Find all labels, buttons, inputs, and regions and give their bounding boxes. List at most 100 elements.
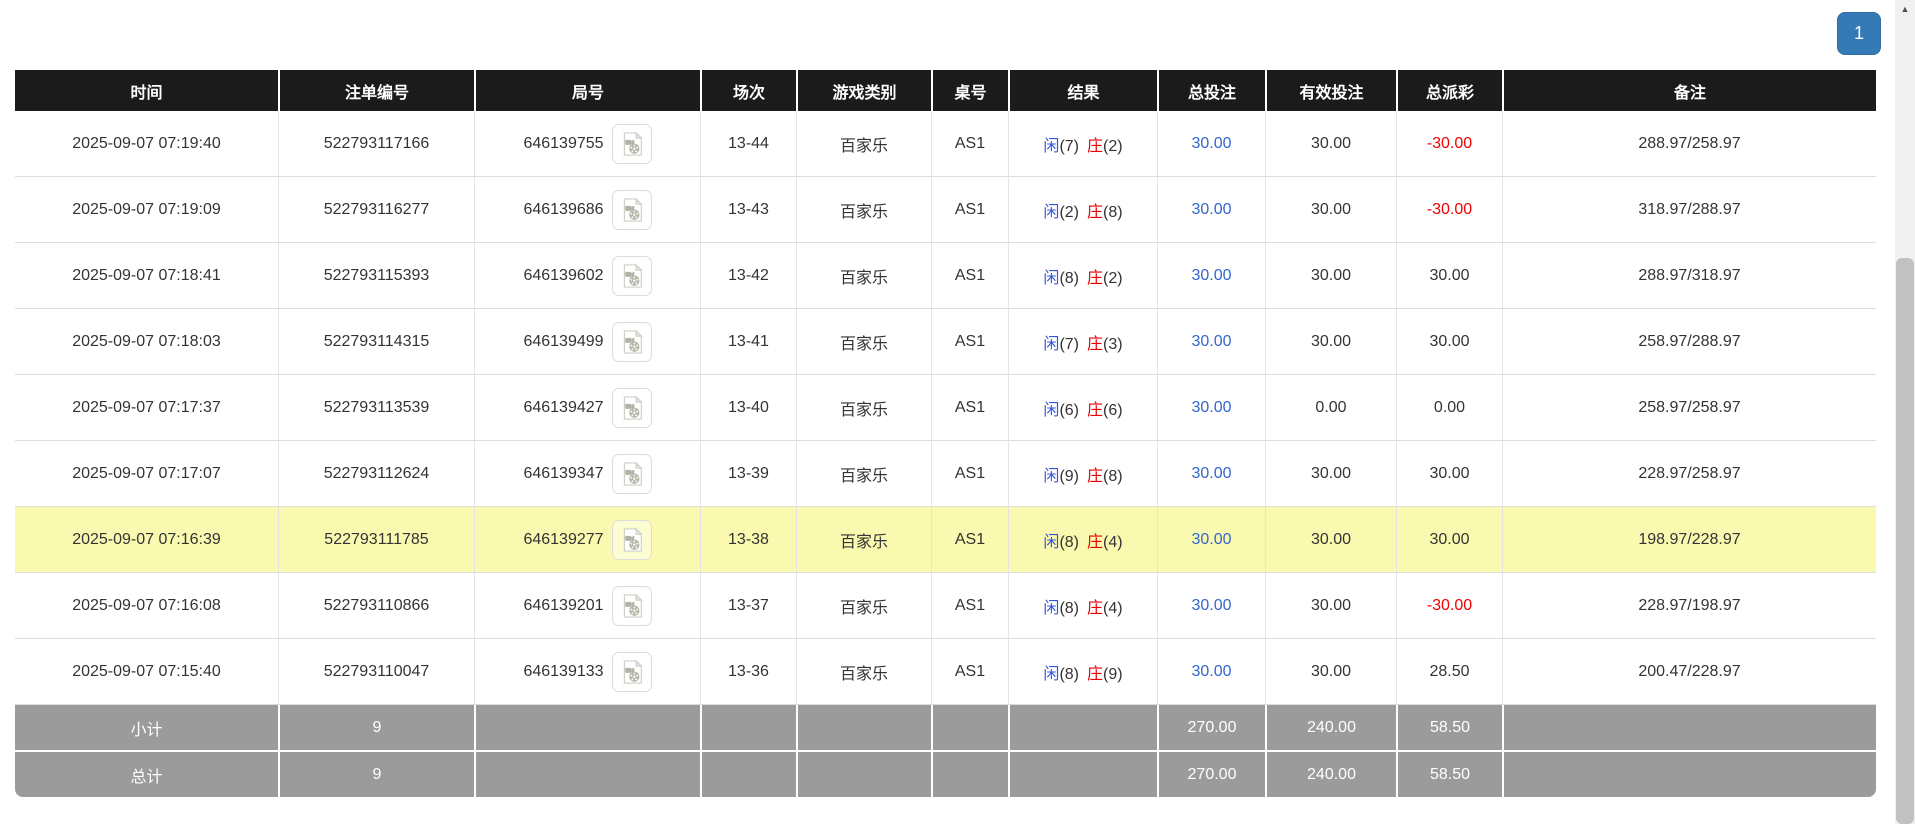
total-bet-link[interactable]: 30.00 [1191,135,1231,152]
payout-value: -30.00 [1427,597,1472,614]
total-bet-cell: 30.00 [1157,639,1265,705]
round-cell: 646139602 [474,243,700,309]
video-replay-button[interactable] [612,454,652,494]
video-replay-button[interactable] [612,256,652,296]
grand-total-total-bet: 270.00 [1157,752,1265,797]
player-result-score: (8) [1059,666,1079,683]
payout-cell: 30.00 [1396,309,1502,375]
banker-result-score: (8) [1103,468,1123,485]
scrollbar-thumb[interactable] [1896,258,1914,824]
result-cell: 闲(8)庄(4) [1008,573,1157,639]
bet-id-cell: 522793110866 [278,573,474,639]
banker-result-label: 庄 [1087,270,1103,287]
game-type-cell: 百家乐 [796,177,931,243]
round-cell: 646139499 [474,309,700,375]
payout-cell: -30.00 [1396,111,1502,177]
table-no-cell: AS1 [931,441,1008,507]
footer-empty-cell [474,752,700,797]
table-row[interactable]: 2025-09-07 07:15:40 522793110047 6461391… [15,639,1876,705]
banker-result-label: 庄 [1087,468,1103,485]
round-id: 646139755 [523,135,603,152]
total-bet-link[interactable]: 30.00 [1191,597,1231,614]
banker-result-score: (4) [1103,534,1123,551]
valid-bet-cell: 30.00 [1265,309,1396,375]
remark-cell: 258.97/258.97 [1502,375,1876,441]
table-row[interactable]: 2025-09-07 07:19:09 522793116277 6461396… [15,177,1876,243]
round-id: 646139201 [523,597,603,614]
player-result-label: 闲 [1043,204,1059,221]
video-replay-button[interactable] [612,190,652,230]
game-type-cell: 百家乐 [796,639,931,705]
total-bet-link[interactable]: 30.00 [1191,399,1231,416]
col-header-table-no: 桌号 [931,70,1008,111]
total-bet-cell: 30.00 [1157,507,1265,573]
film-icon [618,328,646,356]
payout-cell: 28.50 [1396,639,1502,705]
video-replay-button[interactable] [612,586,652,626]
total-bet-link[interactable]: 30.00 [1191,333,1231,350]
total-bet-link[interactable]: 30.00 [1191,663,1231,680]
total-bet-link[interactable]: 30.00 [1191,201,1231,218]
subtotal-label: 小计 [15,705,278,752]
payout-value: 30.00 [1429,465,1469,482]
total-bet-link[interactable]: 30.00 [1191,465,1231,482]
col-header-round-id: 局号 [474,70,700,111]
table-no-cell: AS1 [931,177,1008,243]
payout-value: 28.50 [1429,663,1469,680]
total-bet-link[interactable]: 30.00 [1191,267,1231,284]
player-result-score: (6) [1059,402,1079,419]
video-replay-button[interactable] [612,124,652,164]
banker-result-label: 庄 [1087,336,1103,353]
session-cell: 13-39 [700,441,796,507]
video-replay-button[interactable] [612,652,652,692]
table-row[interactable]: 2025-09-07 07:17:37 522793113539 6461394… [15,375,1876,441]
table-row[interactable]: 2025-09-07 07:16:39 522793111785 6461392… [15,507,1876,573]
col-header-remark: 备注 [1502,70,1876,111]
total-bet-cell: 30.00 [1157,375,1265,441]
payout-value: 30.00 [1429,267,1469,284]
video-replay-button[interactable] [612,520,652,560]
table-row[interactable]: 2025-09-07 07:17:07 522793112624 6461393… [15,441,1876,507]
scroll-up-arrow-icon[interactable]: ▲ [1895,0,1915,18]
table-row[interactable]: 2025-09-07 07:18:41 522793115393 6461396… [15,243,1876,309]
remark-cell: 288.97/318.97 [1502,243,1876,309]
total-bet-link[interactable]: 30.00 [1191,531,1231,548]
payout-cell: 30.00 [1396,441,1502,507]
col-header-session: 场次 [700,70,796,111]
pagination-page-1[interactable]: 1 [1837,12,1881,55]
film-icon [618,658,646,686]
game-type-cell: 百家乐 [796,573,931,639]
session-cell: 13-37 [700,573,796,639]
grand-total-payout: 58.50 [1396,752,1502,797]
session-cell: 13-38 [700,507,796,573]
grand-total-count: 9 [278,752,474,797]
table-row[interactable]: 2025-09-07 07:18:03 522793114315 6461394… [15,309,1876,375]
table-row[interactable]: 2025-09-07 07:19:40 522793117166 6461397… [15,111,1876,177]
bet-id-cell: 522793114315 [278,309,474,375]
vertical-scrollbar[interactable]: ▲ [1895,0,1915,824]
footer-empty-cell [1008,705,1157,752]
film-icon [618,196,646,224]
player-result-score: (7) [1059,336,1079,353]
game-type-cell: 百家乐 [796,309,931,375]
table-row[interactable]: 2025-09-07 07:16:08 522793110866 6461392… [15,573,1876,639]
game-type-cell: 百家乐 [796,375,931,441]
col-header-time: 时间 [15,70,278,111]
banker-result-label: 庄 [1087,402,1103,419]
video-replay-button[interactable] [612,388,652,428]
game-type-cell: 百家乐 [796,243,931,309]
payout-value: -30.00 [1427,201,1472,218]
session-cell: 13-42 [700,243,796,309]
banker-result-label: 庄 [1087,534,1103,551]
banker-result-label: 庄 [1087,600,1103,617]
result-cell: 闲(8)庄(4) [1008,507,1157,573]
round-cell: 646139347 [474,441,700,507]
payout-value: 30.00 [1429,531,1469,548]
total-bet-cell: 30.00 [1157,573,1265,639]
session-cell: 13-44 [700,111,796,177]
banker-result-score: (2) [1103,138,1123,155]
round-id: 646139133 [523,663,603,680]
video-replay-button[interactable] [612,322,652,362]
round-cell: 646139277 [474,507,700,573]
grand-total-label: 总计 [15,752,278,797]
